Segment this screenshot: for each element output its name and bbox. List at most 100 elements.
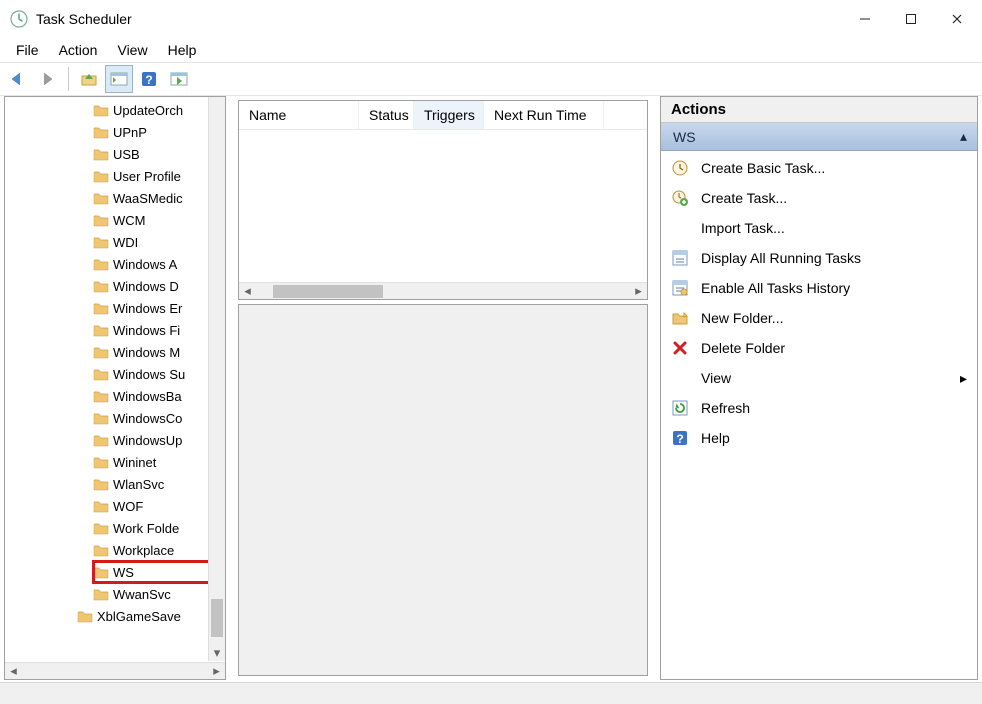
action-label: New Folder... [701,310,783,326]
action-item[interactable]: Create Task... [661,183,977,213]
actions-group-title[interactable]: WS ▴ [661,123,977,151]
listview-headers: NameStatusTriggersNext Run Time [239,101,647,130]
tree-item-label: Windows Er [113,301,182,316]
action-item[interactable]: View▸ [661,363,977,393]
toolbar-separator [68,67,69,91]
tree-item-label: Windows A [113,257,177,272]
help-icon: ? [671,429,689,447]
tree-panel: UpdateOrch UPnP USB User Profile WaaSMedic WC… [4,96,226,680]
tree-item[interactable]: WaaSMedic [93,187,225,209]
tree-item-label: Windows Su [113,367,185,382]
maximize-button[interactable] [888,4,934,34]
history-icon [671,279,689,297]
tree-item-label: Windows M [113,345,180,360]
action-label: Refresh [701,400,750,416]
tree-item[interactable]: Work Folde [93,517,225,539]
tree-item[interactable]: UpdateOrch [93,99,225,121]
scrollbar-thumb[interactable] [211,599,223,637]
actions-panel: Actions WS ▴ Create Basic Task...Create … [660,96,978,680]
minimize-button[interactable] [842,4,888,34]
statusbar [0,682,982,704]
collapse-group-icon: ▴ [960,128,967,145]
tree-item-label: Windows D [113,279,179,294]
actions-group-label: WS [673,129,696,145]
tree-item-label: XblGameSave [97,609,181,624]
menubar: File Action View Help [0,38,982,62]
tree-item[interactable]: Windows Er [93,297,225,319]
action-item[interactable]: Create Basic Task... [661,153,977,183]
tree-item[interactable]: WwanSvc [93,583,225,605]
tree-item-label: User Profile [113,169,181,184]
tree-item[interactable]: User Profile [93,165,225,187]
tree-item-label: UpdateOrch [113,103,183,118]
tree-item-label: UPnP [113,125,147,140]
column-header[interactable]: Status [359,101,414,129]
nav-back-button[interactable] [4,65,32,93]
tree-item-label: WOF [113,499,143,514]
scroll-right-icon[interactable]: ▸ [630,283,647,299]
menu-file[interactable]: File [6,40,49,60]
tree-item[interactable]: Wininet [93,451,225,473]
toolbar: ? [0,62,982,96]
tree-item[interactable]: Windows D [93,275,225,297]
tree-body: UpdateOrch UPnP USB User Profile WaaSMedic WC… [5,97,225,679]
nav-forward-button[interactable] [34,65,62,93]
scroll-left-icon[interactable]: ◂ [5,663,22,679]
column-header[interactable]: Name [239,101,359,129]
tree-item[interactable]: Windows A [93,253,225,275]
action-item[interactable]: Delete Folder [661,333,977,363]
show-hide-action-button[interactable] [165,65,193,93]
column-header[interactable]: Next Run Time [484,101,604,129]
column-header[interactable]: Triggers [414,101,484,129]
action-label: Create Task... [701,190,787,206]
menu-help[interactable]: Help [158,40,207,60]
action-label: Enable All Tasks History [701,280,850,296]
close-button[interactable] [934,4,980,34]
tree-item[interactable]: WS [93,561,225,583]
show-hide-tree-button[interactable] [105,65,133,93]
app-icon [10,10,28,28]
scroll-left-icon[interactable]: ◂ [239,283,256,299]
tree-vertical-scrollbar[interactable]: ▾ [208,97,225,661]
delete-icon [671,339,689,357]
action-item[interactable]: Enable All Tasks History [661,273,977,303]
tree-item-label: WDI [113,235,138,250]
action-label: Help [701,430,730,446]
scrollbar-thumb[interactable] [273,285,383,298]
tree-item-label: WS [113,565,134,580]
help-button[interactable]: ? [135,65,163,93]
menu-view[interactable]: View [107,40,157,60]
action-item[interactable]: New Folder... [661,303,977,333]
tree-item[interactable]: WindowsCo [93,407,225,429]
tree-item[interactable]: WlanSvc [93,473,225,495]
menu-action[interactable]: Action [49,40,108,60]
tree-item[interactable]: Windows Fi [93,319,225,341]
action-item[interactable]: Refresh [661,393,977,423]
icon-placeholder [671,369,689,387]
new-folder-icon [671,309,689,327]
tree-item[interactable]: WindowsUp [93,429,225,451]
scroll-right-icon[interactable]: ▸ [208,663,225,679]
tree-item[interactable]: Workplace [93,539,225,561]
scroll-down-icon[interactable]: ▾ [209,644,225,661]
action-item[interactable]: Display All Running Tasks [661,243,977,273]
tree-item[interactable]: XblGameSave [77,605,225,627]
up-folder-button[interactable] [75,65,103,93]
tree-item[interactable]: USB [93,143,225,165]
window-title: Task Scheduler [36,11,842,27]
tree-horizontal-scrollbar[interactable]: ◂ ▸ [5,662,225,679]
tree-item[interactable]: WDI [93,231,225,253]
center-panel: NameStatusTriggersNext Run Time ◂ ▸ [234,96,652,680]
tree-item[interactable]: Windows M [93,341,225,363]
listview-body [239,130,647,282]
tree-item[interactable]: Windows Su [93,363,225,385]
tree-item-label: Workplace [113,543,174,558]
action-item[interactable]: Import Task... [661,213,977,243]
action-item[interactable]: ? Help [661,423,977,453]
tree-item[interactable]: WCM [93,209,225,231]
listview-horizontal-scrollbar[interactable]: ◂ ▸ [239,282,647,299]
tree-item[interactable]: WindowsBa [93,385,225,407]
tree-item[interactable]: UPnP [93,121,225,143]
tree-item-label: WCM [113,213,146,228]
tree-item[interactable]: WOF [93,495,225,517]
